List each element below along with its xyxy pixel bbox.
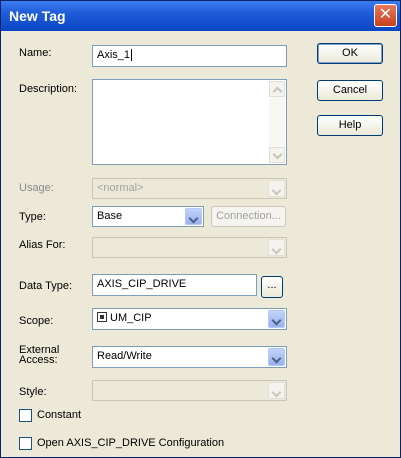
chevron-down-icon bbox=[268, 180, 285, 197]
alias-for-select[interactable] bbox=[92, 237, 287, 258]
external-access-label: External Access: bbox=[19, 345, 59, 366]
browse-data-type-button[interactable]: ... bbox=[261, 276, 283, 298]
style-select[interactable] bbox=[92, 380, 287, 401]
new-tag-dialog: New Tag ✕ Name: Axis_1 OK Cancel Help De… bbox=[0, 0, 401, 458]
description-textarea[interactable] bbox=[92, 79, 287, 165]
scroll-up-arrow-icon[interactable] bbox=[269, 81, 285, 97]
name-label: Name: bbox=[19, 47, 52, 59]
type-value: Base bbox=[97, 210, 123, 222]
external-access-label-line2: Access: bbox=[19, 354, 58, 366]
name-input[interactable]: Axis_1 bbox=[92, 45, 287, 67]
usage-select[interactable]: <normal> bbox=[92, 178, 287, 199]
type-label: Type: bbox=[19, 211, 46, 223]
chevron-down-icon bbox=[268, 239, 285, 256]
cancel-button[interactable]: Cancel bbox=[317, 80, 383, 101]
scope-label: Scope: bbox=[19, 315, 54, 327]
type-select[interactable]: Base bbox=[92, 206, 204, 227]
title-bar[interactable]: New Tag ✕ bbox=[1, 1, 400, 31]
chevron-down-icon bbox=[268, 382, 285, 399]
alias-for-label: Alias For: bbox=[19, 239, 66, 251]
scope-value: UM_CIP bbox=[110, 312, 152, 324]
constant-checkbox[interactable] bbox=[19, 409, 32, 422]
data-type-value: AXIS_CIP_DRIVE bbox=[97, 278, 187, 290]
style-label: Style: bbox=[19, 386, 47, 398]
description-scrollbar[interactable] bbox=[269, 81, 285, 163]
scope-select[interactable]: UM_CIP bbox=[92, 308, 287, 330]
description-label: Description: bbox=[19, 83, 78, 95]
controller-icon bbox=[97, 312, 107, 322]
usage-value: <normal> bbox=[97, 182, 144, 194]
close-button[interactable]: ✕ bbox=[374, 4, 397, 27]
ok-button[interactable]: OK bbox=[317, 43, 383, 64]
external-access-value: Read/Write bbox=[97, 350, 152, 362]
open-configuration-checkbox[interactable] bbox=[19, 437, 32, 450]
window-title: New Tag bbox=[9, 8, 66, 24]
data-type-input[interactable]: AXIS_CIP_DRIVE bbox=[92, 274, 257, 296]
scroll-down-arrow-icon[interactable] bbox=[269, 147, 285, 163]
text-cursor bbox=[131, 49, 133, 61]
external-access-select[interactable]: Read/Write bbox=[92, 346, 287, 368]
chevron-down-icon bbox=[268, 348, 285, 366]
close-icon: ✕ bbox=[378, 6, 393, 23]
help-button[interactable]: Help bbox=[317, 115, 383, 136]
constant-checkbox-label[interactable]: Constant bbox=[37, 409, 81, 421]
open-configuration-checkbox-label[interactable]: Open AXIS_CIP_DRIVE Configuration bbox=[37, 437, 224, 449]
usage-label: Usage: bbox=[19, 182, 54, 194]
name-input-value: Axis_1 bbox=[97, 49, 131, 61]
chevron-down-icon bbox=[185, 208, 202, 225]
connection-button[interactable]: Connection... bbox=[211, 206, 286, 227]
chevron-down-icon bbox=[268, 310, 285, 328]
data-type-label: Data Type: bbox=[19, 280, 72, 292]
